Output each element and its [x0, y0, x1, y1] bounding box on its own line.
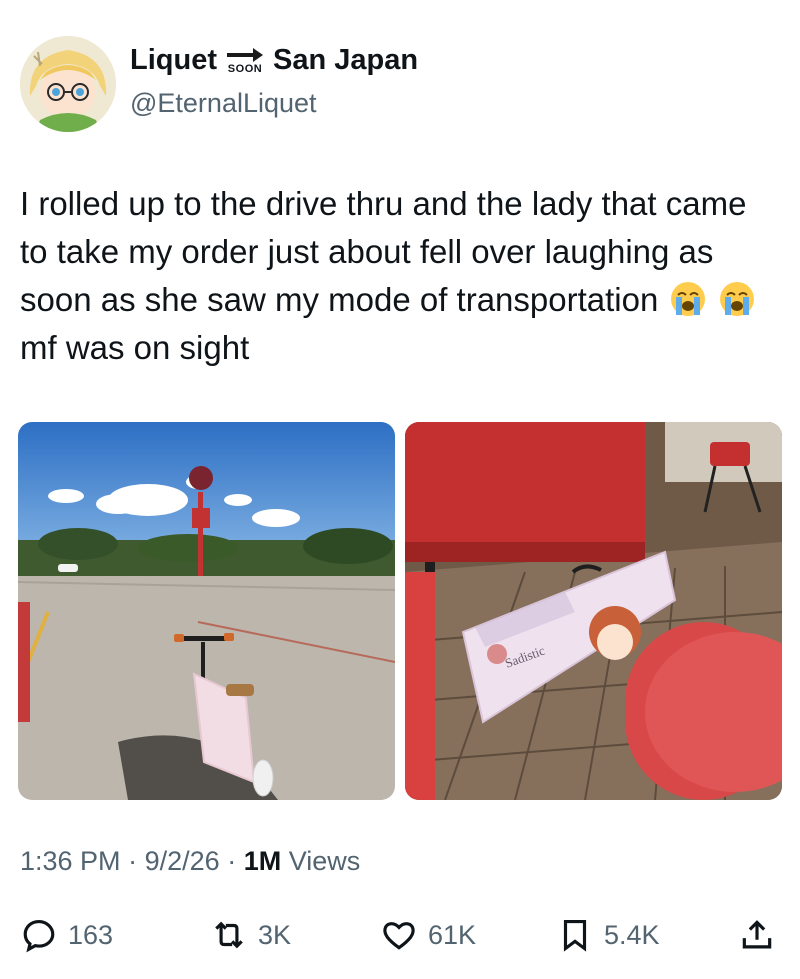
- heart-icon: [383, 922, 415, 950]
- tweet-text-main: I rolled up to the drive thru and the la…: [20, 185, 747, 318]
- action-bar: 163 3K 61K 5.4K: [0, 912, 800, 958]
- bookmark-count: 5.4K: [604, 919, 660, 950]
- display-name-end: San Japan: [273, 44, 419, 76]
- loudly-crying-face-icon: [719, 282, 754, 316]
- repost-count: 3K: [258, 919, 292, 950]
- tweet-text: I rolled up to the drive thru and the la…: [20, 180, 780, 372]
- anime-avatar-icon: [20, 36, 116, 132]
- meta-separator: ·: [128, 846, 138, 876]
- reply-count: 163: [68, 919, 114, 950]
- soon-arrow-text: SOON: [227, 63, 263, 75]
- media-grid: Sadistic: [18, 422, 782, 800]
- like-button[interactable]: 61K: [380, 912, 476, 958]
- loudly-crying-face-icon: [670, 282, 705, 316]
- photo-scooter-restaurant[interactable]: Sadistic: [405, 422, 782, 800]
- reply-button[interactable]: 163: [20, 912, 113, 958]
- bookmark-button[interactable]: 5.4K: [556, 912, 660, 958]
- tweet-meta: 1:36 PM · 9/2/26 · 1M Views: [20, 846, 360, 877]
- tweet-text-tail: mf was on sight: [20, 329, 250, 366]
- soon-arrow-icon: SOON: [225, 46, 265, 75]
- tweet-date[interactable]: 9/2/26: [145, 846, 220, 876]
- bookmark-icon: [563, 919, 587, 952]
- author-avatar[interactable]: [20, 36, 116, 132]
- views-label: Views: [288, 846, 361, 876]
- share-icon: [742, 920, 772, 949]
- tweet: Liquet SOON San Japan @EternalLiquet I r…: [0, 0, 800, 979]
- like-count: 61K: [428, 919, 477, 950]
- repost-button[interactable]: 3K: [210, 912, 291, 958]
- meta-separator: ·: [227, 846, 237, 876]
- author-name[interactable]: Liquet SOON San Japan: [130, 44, 418, 77]
- photo-scooter-parking-lot[interactable]: [18, 422, 395, 800]
- views-count: 1M: [243, 846, 282, 876]
- tweet-time[interactable]: 1:36 PM: [20, 846, 121, 876]
- author-handle[interactable]: @EternalLiquet: [130, 88, 317, 119]
- share-button[interactable]: [738, 912, 776, 958]
- display-name-start: Liquet: [130, 44, 217, 76]
- repost-icon: [215, 921, 243, 949]
- reply-icon: [23, 919, 55, 953]
